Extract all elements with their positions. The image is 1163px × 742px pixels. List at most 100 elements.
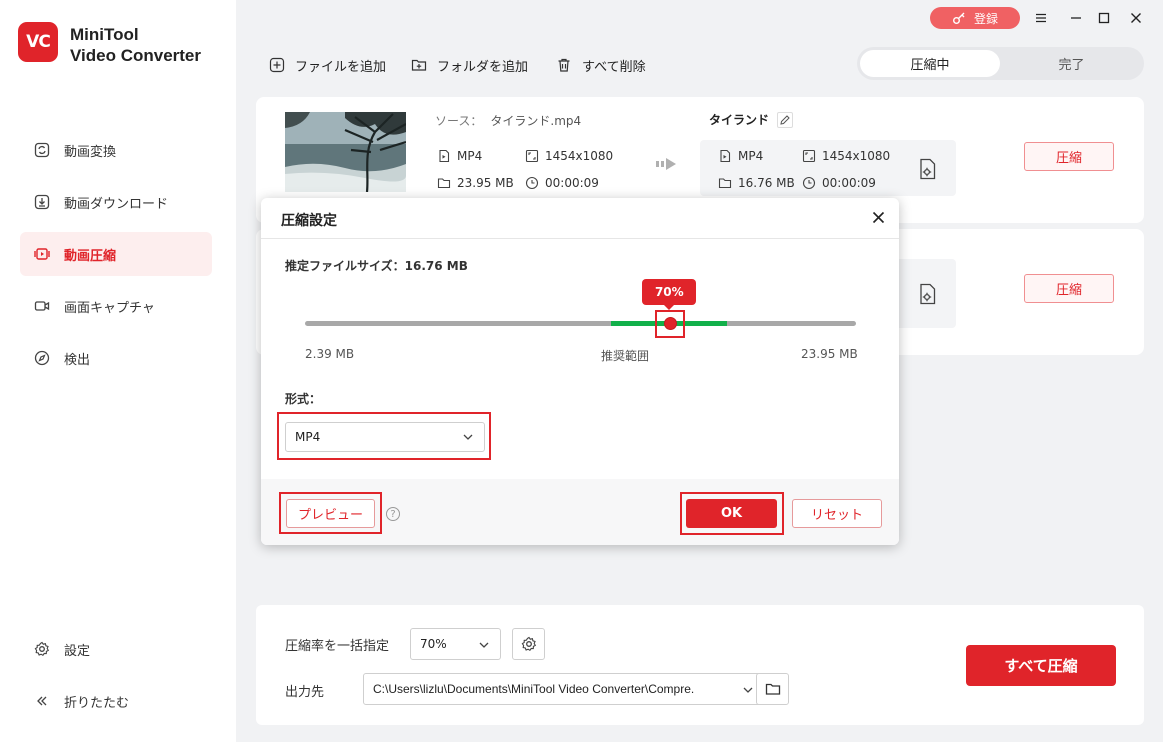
sidebar-item-label: 動画圧縮 xyxy=(64,248,117,264)
download-icon xyxy=(34,194,50,210)
collapse-label: 折りたたむ xyxy=(64,695,130,711)
ratio-settings-button[interactable] xyxy=(512,628,545,660)
clock-icon xyxy=(802,176,816,190)
target-resolution-value: 1454x1080 xyxy=(822,149,891,163)
compass-icon xyxy=(34,350,50,366)
ratio-select[interactable]: 70% xyxy=(410,628,501,660)
sidebar-item-convert[interactable]: 動画変換 xyxy=(20,128,212,172)
compress-all-button[interactable]: すべて圧縮 xyxy=(966,645,1116,686)
close-button[interactable] xyxy=(1125,7,1147,29)
sidebar-item-discover[interactable]: 検出 xyxy=(20,336,212,380)
ratio-label: 圧縮率を一括指定 xyxy=(285,639,390,654)
format-label: 形式： xyxy=(285,392,322,406)
source-label: ソース： xyxy=(435,114,483,128)
dialog-title: 圧縮設定 xyxy=(281,213,337,229)
add-folder-button[interactable]: フォルダを追加 xyxy=(411,55,528,75)
target-format: MP4 xyxy=(718,149,763,163)
source-size: 23.95 MB xyxy=(437,176,514,190)
register-button[interactable]: 登録 xyxy=(930,7,1020,29)
video-thumbnail[interactable] xyxy=(285,112,406,192)
hamburger-icon xyxy=(1036,13,1046,23)
compression-slider-track[interactable] xyxy=(305,321,856,326)
key-icon xyxy=(952,11,966,25)
chevron-down-icon xyxy=(463,434,473,440)
target-name-value: タイランド xyxy=(709,113,770,127)
compress-icon xyxy=(34,246,50,262)
source-format-value: MP4 xyxy=(457,149,483,163)
sidebar-item-compress[interactable]: 動画圧縮 xyxy=(20,232,212,276)
preview-button[interactable]: プレビュー xyxy=(286,499,375,528)
help-icon[interactable]: ? xyxy=(386,507,400,521)
slider-min-label: 2.39 MB xyxy=(305,347,355,361)
ratio-value: 70% xyxy=(420,637,447,651)
chevron-down-icon xyxy=(479,642,489,648)
format-select[interactable]: MP4 xyxy=(285,422,485,452)
estimated-size: 推定ファイルサイズ：16.76 MB xyxy=(285,259,468,273)
maximize-button[interactable] xyxy=(1093,7,1115,29)
output-path-value: C:\Users\lizlu\Documents\MiniTool Video … xyxy=(373,682,695,696)
app-name: MiniTool Video Converter xyxy=(70,24,201,66)
sidebar-item-download[interactable]: 動画ダウンロード xyxy=(20,180,212,224)
sidebar-item-label: 動画ダウンロード xyxy=(64,196,169,212)
film-icon xyxy=(437,149,451,163)
close-icon xyxy=(1131,13,1141,23)
sidebar-settings[interactable]: 設定 xyxy=(20,627,212,671)
target-info-box: MP4 1454x1080 16.76 MB 00:00:09 xyxy=(700,140,956,196)
arrow-right-icon xyxy=(656,155,678,177)
compress-button[interactable]: 圧縮 xyxy=(1024,274,1114,303)
add-file-button[interactable]: ファイルを追加 xyxy=(269,55,386,75)
resolution-icon xyxy=(525,149,539,163)
source-duration-value: 00:00:09 xyxy=(545,176,599,190)
add-file-icon xyxy=(269,57,285,73)
recommended-label: 推奨範囲 xyxy=(601,349,650,363)
sidebar-collapse[interactable]: 折りたたむ xyxy=(20,679,212,723)
clock-icon xyxy=(525,176,539,190)
ok-button[interactable]: OK xyxy=(686,499,777,528)
add-folder-icon xyxy=(411,57,427,73)
file-settings-icon[interactable] xyxy=(918,283,938,309)
sidebar-item-capture[interactable]: 画面キャプチャ xyxy=(20,284,212,328)
target-name: タイランド xyxy=(709,111,794,128)
divider xyxy=(261,238,899,239)
reset-button[interactable]: リセット xyxy=(792,499,882,528)
app-name-line2: Video Converter xyxy=(70,46,202,65)
delete-all-label: すべて削除 xyxy=(582,59,646,75)
edit-icon[interactable] xyxy=(777,111,794,128)
tab-compressing[interactable]: 圧縮中 xyxy=(860,50,1000,77)
maximize-icon xyxy=(1098,12,1110,24)
close-icon xyxy=(872,211,884,223)
app-logo: VC xyxy=(18,22,58,62)
menu-button[interactable] xyxy=(1030,7,1052,29)
output-path-select[interactable]: C:\Users\lizlu\Documents\MiniTool Video … xyxy=(363,673,765,705)
minimize-button[interactable] xyxy=(1065,7,1087,29)
app-name-line1: MiniTool xyxy=(70,25,139,44)
delete-all-button[interactable]: すべて削除 xyxy=(556,55,646,75)
folder-icon xyxy=(718,176,732,190)
source-filename: タイランド.mp4 xyxy=(490,114,582,128)
format-value: MP4 xyxy=(295,430,321,444)
target-size-value: 16.76 MB xyxy=(738,176,795,190)
bottom-panel: 圧縮率を一括指定 70% 出力先 C:\Users\lizlu\Document… xyxy=(256,605,1144,725)
gear-icon xyxy=(521,636,536,652)
file-settings-icon[interactable] xyxy=(918,158,938,184)
browse-folder-button[interactable] xyxy=(756,673,789,705)
resolution-icon xyxy=(802,149,816,163)
add-file-label: ファイルを追加 xyxy=(295,59,387,75)
sidebar-item-label: 画面キャプチャ xyxy=(64,300,155,316)
sidebar: VC MiniTool Video Converter 動画変換 動画ダウンロー… xyxy=(0,0,236,742)
settings-label: 設定 xyxy=(64,643,91,659)
folder-icon xyxy=(765,683,780,695)
sidebar-item-label: 動画変換 xyxy=(64,144,117,160)
minimize-icon xyxy=(1071,17,1081,19)
slider-handle[interactable] xyxy=(663,317,677,330)
add-folder-label: フォルダを追加 xyxy=(437,59,529,75)
camera-icon xyxy=(34,298,50,314)
dialog-close-button[interactable] xyxy=(867,206,889,228)
tab-done[interactable]: 完了 xyxy=(1002,50,1141,77)
target-format-value: MP4 xyxy=(738,149,764,163)
output-label: 出力先 xyxy=(285,685,325,700)
chevron-down-icon xyxy=(742,684,754,696)
target-duration: 00:00:09 xyxy=(802,176,876,190)
compress-button[interactable]: 圧縮 xyxy=(1024,142,1114,171)
film-icon xyxy=(718,149,732,163)
